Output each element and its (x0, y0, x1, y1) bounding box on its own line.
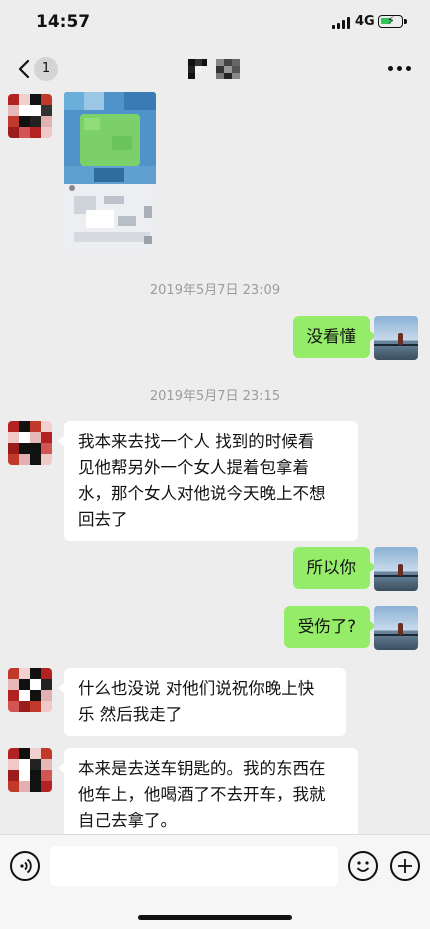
message-line: 什么也没说 对他们说祝你晚上快 (78, 679, 315, 698)
message-line: 自己去拿了。 (78, 811, 177, 830)
status-bar: 14:57 4G ⚡ (0, 0, 430, 46)
more-dots-icon[interactable] (388, 66, 412, 72)
contact-avatar[interactable] (8, 748, 52, 792)
home-indicator (138, 915, 292, 920)
message-timestamp: 2019年5月7日 23:15 (149, 389, 281, 404)
my-avatar[interactable] (374, 547, 418, 591)
image-message[interactable] (64, 92, 156, 252)
message-line: 本来是去送车钥匙的。我的东西在 (78, 759, 326, 778)
message-timestamp: 2019年5月7日 23:09 (149, 283, 281, 298)
outgoing-message[interactable]: 受伤了? (283, 606, 377, 648)
message-line: 水，那个女人对他说今天晚上不想 (78, 484, 326, 503)
contact-avatar[interactable] (8, 94, 52, 138)
message-text: 没看懂 (306, 327, 357, 346)
contact-avatar[interactable] (8, 668, 52, 712)
voice-icon[interactable] (10, 851, 40, 881)
incoming-message[interactable]: 什么也没说 对他们说祝你晚上快 乐 然后我走了 (58, 668, 346, 736)
message-line: 乐 然后我走了 (78, 705, 183, 724)
my-avatar[interactable] (374, 606, 418, 650)
input-bar (0, 834, 430, 929)
message-text: 所以你 (306, 558, 357, 577)
battery-charging-icon: ⚡ (378, 14, 407, 28)
chevron-left-icon[interactable] (14, 58, 36, 80)
emoji-icon[interactable] (348, 851, 378, 881)
unread-count-badge[interactable]: 1 (34, 57, 58, 81)
message-line: 他车上，他喝酒了不去开车，我就 (78, 785, 326, 804)
message-line: 我本来去找一个人 找到的时候看 (78, 432, 315, 451)
message-line: 回去了 (78, 510, 128, 529)
network-label: 4G (355, 14, 375, 29)
incoming-message[interactable]: 我本来去找一个人 找到的时候看 见他帮另外一个女人提着包拿着 水，那个女人对他说… (58, 421, 358, 541)
outgoing-message[interactable]: 所以你 (292, 547, 376, 589)
message-text: 受伤了? (297, 617, 356, 636)
contact-avatar[interactable] (8, 421, 52, 465)
message-input[interactable] (50, 846, 338, 886)
my-avatar[interactable] (374, 316, 418, 360)
message-line: 见他帮另外一个女人提着包拿着 (78, 458, 309, 477)
incoming-message[interactable]: 本来是去送车钥匙的。我的东西在 他车上，他喝酒了不去开车，我就 自己去拿了。 (58, 748, 358, 834)
status-time: 14:57 (36, 12, 91, 32)
chat-title-redacted (188, 59, 240, 79)
chat-header: 1 (0, 46, 430, 92)
signal-icon (332, 17, 350, 29)
plus-icon[interactable] (390, 851, 420, 881)
message-list[interactable]: 2019年5月7日 23:09 没看懂 2019年5月7日 23:15 我本来去… (0, 92, 430, 834)
outgoing-message[interactable]: 没看懂 (292, 316, 376, 358)
